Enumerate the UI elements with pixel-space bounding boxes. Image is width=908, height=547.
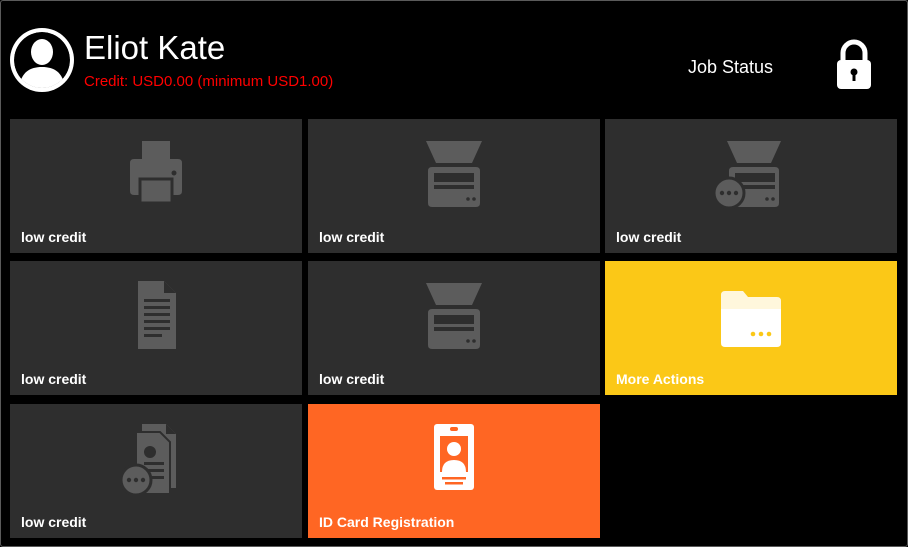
- tile-label: low credit: [21, 514, 87, 530]
- document-more-tile[interactable]: low credit: [10, 404, 302, 538]
- tile-label: low credit: [616, 229, 682, 245]
- document-more-icon: [119, 424, 176, 497]
- user-name: Eliot Kate: [84, 29, 226, 66]
- document-icon: [138, 281, 176, 349]
- more-actions-tile[interactable]: More Actions: [605, 261, 897, 395]
- scanner-icon: [426, 141, 482, 207]
- tile-label: low credit: [319, 229, 385, 245]
- print-tile[interactable]: low credit: [10, 119, 302, 253]
- document-tile[interactable]: low credit: [10, 261, 302, 395]
- scan-tile[interactable]: low credit: [308, 119, 600, 253]
- scan-more-icon: [712, 141, 781, 210]
- tile-label: low credit: [21, 229, 87, 245]
- id-card-registration-tile[interactable]: ID Card Registration: [308, 404, 600, 538]
- lock-icon[interactable]: [834, 38, 874, 90]
- tile-label: More Actions: [616, 371, 705, 387]
- job-status-button[interactable]: Job Status: [688, 56, 773, 78]
- header-bar: Eliot Kate Credit: USD0.00 (minimum USD1…: [0, 0, 908, 118]
- printer-icon: [130, 141, 182, 205]
- tile-label: low credit: [21, 371, 87, 387]
- tile-label: ID Card Registration: [319, 514, 455, 530]
- scanner-icon: [426, 283, 482, 349]
- id-card-icon: [434, 424, 474, 490]
- credit-status: Credit: USD0.00 (minimum USD1.00): [84, 73, 334, 90]
- tile-label: low credit: [319, 371, 385, 387]
- folder-more-icon: [721, 291, 781, 347]
- scan-tile[interactable]: low credit: [308, 261, 600, 395]
- scan-more-tile[interactable]: low credit: [605, 119, 897, 253]
- user-avatar-icon: [10, 28, 74, 92]
